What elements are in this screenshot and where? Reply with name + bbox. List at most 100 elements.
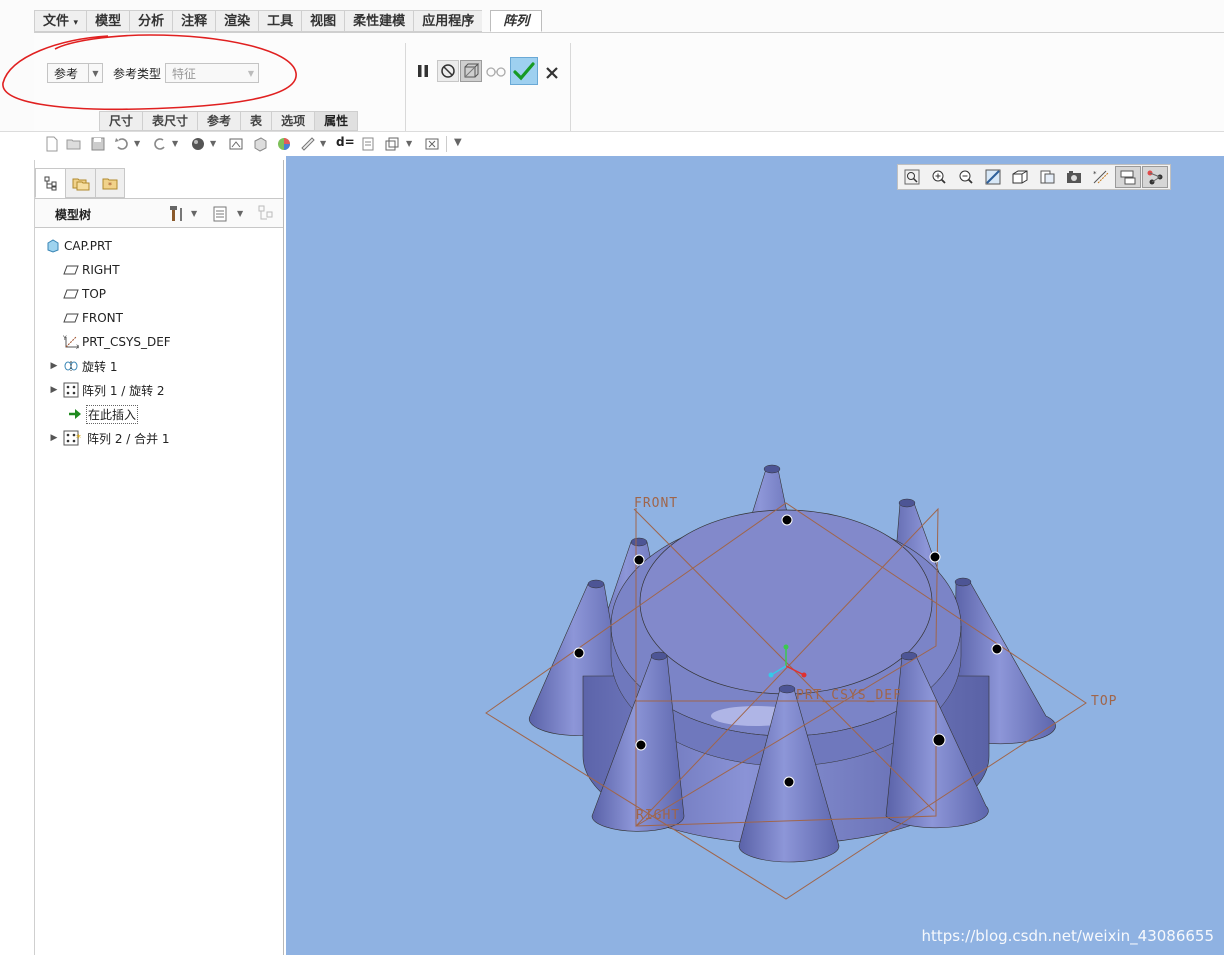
red-annotation-ellipse	[2, 34, 297, 111]
redo-icon[interactable]	[152, 136, 168, 152]
group-separator	[570, 43, 571, 131]
datum-label-right[interactable]: RIGHT	[636, 808, 680, 823]
pause-button[interactable]	[412, 60, 434, 82]
relations-icon[interactable]: d=	[336, 135, 355, 151]
part-icon	[45, 238, 61, 254]
svg-text:Y: Y	[63, 335, 67, 342]
tab-folder-browser[interactable]	[65, 168, 95, 198]
tab-flexible-modeling[interactable]: 柔性建模	[344, 10, 414, 32]
tree-item-top[interactable]: TOP	[35, 284, 283, 304]
saved-orientations-icon[interactable]	[228, 136, 244, 152]
datum-plane-icon	[63, 262, 79, 278]
graphics-toolbar: ▼ ▼ ▼ ▼ d= ▼ ▼	[34, 133, 1224, 155]
datum-label-top[interactable]: TOP	[1091, 694, 1117, 709]
glasses-icon	[486, 67, 506, 77]
chevron-down-icon[interactable]: ▼	[191, 209, 197, 218]
graphics-viewport[interactable]: * FRONT TOP RIGHT PRT_CSYS_DEF https://b…	[286, 156, 1224, 955]
no-preview-button[interactable]	[437, 60, 459, 82]
chevron-down-icon[interactable]: ▼	[406, 139, 412, 148]
subtab-references[interactable]: 参考	[197, 111, 241, 131]
toolbar-separator	[446, 136, 447, 152]
datum-label-front[interactable]: FRONT	[634, 496, 678, 511]
merge-star-icon: *	[76, 430, 84, 446]
pattern-icon	[63, 382, 79, 398]
folder-browser-icon	[72, 178, 89, 191]
tree-item-label: 在此插入	[86, 404, 139, 424]
group-separator	[405, 43, 406, 131]
shading-sphere-icon[interactable]	[190, 136, 206, 152]
chevron-down-icon[interactable]: ▼	[134, 139, 140, 148]
customize-toolbar-icon[interactable]: ▼	[454, 137, 462, 148]
datum-label-csys[interactable]: PRT_CSYS_DEF	[796, 688, 902, 703]
new-file-icon[interactable]	[44, 136, 60, 152]
undo-icon[interactable]	[114, 136, 130, 152]
chevron-down-icon[interactable]: ▼	[210, 139, 216, 148]
tab-model-tree[interactable]	[35, 168, 65, 198]
subtab-dimensions[interactable]: 尺寸	[99, 111, 143, 131]
expand-arrow-icon[interactable]: ▶	[49, 361, 59, 371]
subtab-properties[interactable]: 属性	[314, 111, 359, 131]
tree-item-insert-here[interactable]: 在此插入	[35, 404, 283, 424]
tree-item-right[interactable]: RIGHT	[35, 260, 283, 280]
expand-arrow-icon[interactable]: ▶	[49, 433, 59, 443]
model-tree-title: 模型树	[55, 208, 92, 222]
watermark: https://blog.csdn.net/weixin_43086655	[921, 927, 1214, 945]
datum-plane-icon	[63, 286, 79, 302]
cancel-button[interactable]	[541, 62, 563, 84]
tree-item-label: 阵列 1 / 旋转 2	[82, 383, 165, 398]
tab-pattern[interactable]: 阵列	[490, 10, 543, 32]
tab-favorites[interactable]: *	[95, 168, 125, 198]
preview-box-icon	[464, 63, 479, 78]
tree-item-label: RIGHT	[82, 263, 120, 277]
measure-icon[interactable]	[300, 136, 316, 152]
close-window-icon[interactable]	[424, 136, 440, 152]
subtab-table-dimensions[interactable]: 表尺寸	[142, 111, 198, 131]
tree-item-revolve-1[interactable]: ▶ 旋转 1	[35, 356, 283, 376]
chevron-down-icon[interactable]: ▼	[237, 209, 243, 218]
open-folder-icon[interactable]	[66, 136, 82, 152]
tree-item-part[interactable]: CAP.PRT	[35, 236, 283, 256]
chevron-down-icon[interactable]: ▼	[172, 139, 178, 148]
svg-text:*: *	[108, 181, 112, 190]
save-icon[interactable]	[90, 136, 106, 152]
tab-applications[interactable]: 应用程序	[413, 10, 483, 32]
display-style-icon[interactable]	[252, 136, 268, 152]
preview-box-button[interactable]	[460, 60, 482, 82]
ribbon: 文件 ▾ 模型 分析 注释 渲染 工具 视图 柔性建模 应用程序 阵列 参考 ▼…	[0, 0, 1224, 132]
close-icon	[546, 67, 558, 79]
expand-arrow-icon[interactable]: ▶	[49, 385, 59, 395]
glasses-preview-button[interactable]	[485, 60, 507, 82]
pattern-subtabs: 尺寸 表尺寸 参考 表 选项 属性	[99, 111, 359, 131]
appearance-gallery-icon[interactable]	[276, 136, 292, 152]
tree-item-pattern-2[interactable]: ▶ * 阵列 2 / 合并 1	[35, 428, 283, 448]
tree-item-front[interactable]: FRONT	[35, 308, 283, 328]
no-preview-icon	[441, 64, 455, 78]
windows-icon[interactable]	[384, 136, 400, 152]
regenerate-icon[interactable]	[360, 136, 376, 152]
model-tree-header: 模型树 ▼ ▼	[35, 198, 283, 228]
settings-tools-icon[interactable]	[169, 205, 187, 223]
tree-item-pattern-1[interactable]: ▶ 阵列 1 / 旋转 2	[35, 380, 283, 400]
tree-item-label: PRT_CSYS_DEF	[82, 335, 171, 349]
ok-button[interactable]	[510, 57, 538, 85]
filter-tree-icon[interactable]	[257, 204, 277, 224]
show-options-icon[interactable]	[211, 205, 229, 223]
subtab-options[interactable]: 选项	[271, 111, 315, 131]
chevron-down-icon[interactable]: ▼	[320, 139, 326, 148]
subtab-table[interactable]: 表	[240, 111, 272, 131]
pause-icon	[418, 65, 428, 77]
insert-here-arrow-icon	[67, 406, 83, 422]
tree-item-label: FRONT	[82, 311, 123, 325]
tree-item-label: 阵列 2 / 合并 1	[87, 431, 170, 446]
datum-plane-icon	[63, 310, 79, 326]
csys-icon: YX	[63, 334, 79, 350]
svg-text:X: X	[76, 344, 79, 350]
navigator-tabs: *	[35, 168, 125, 198]
navigator-panel: * 模型树 ▼ ▼ CAP.PRT RIGHT TOP FRONT YX PRT…	[34, 160, 284, 955]
revolve-icon	[63, 358, 79, 374]
tree-item-label: TOP	[82, 287, 107, 301]
tree-item-csys[interactable]: YX PRT_CSYS_DEF	[35, 332, 283, 352]
model-tree-icon	[44, 176, 56, 191]
model-graphics[interactable]	[286, 156, 1224, 955]
tree-item-label: 旋转 1	[82, 359, 118, 374]
